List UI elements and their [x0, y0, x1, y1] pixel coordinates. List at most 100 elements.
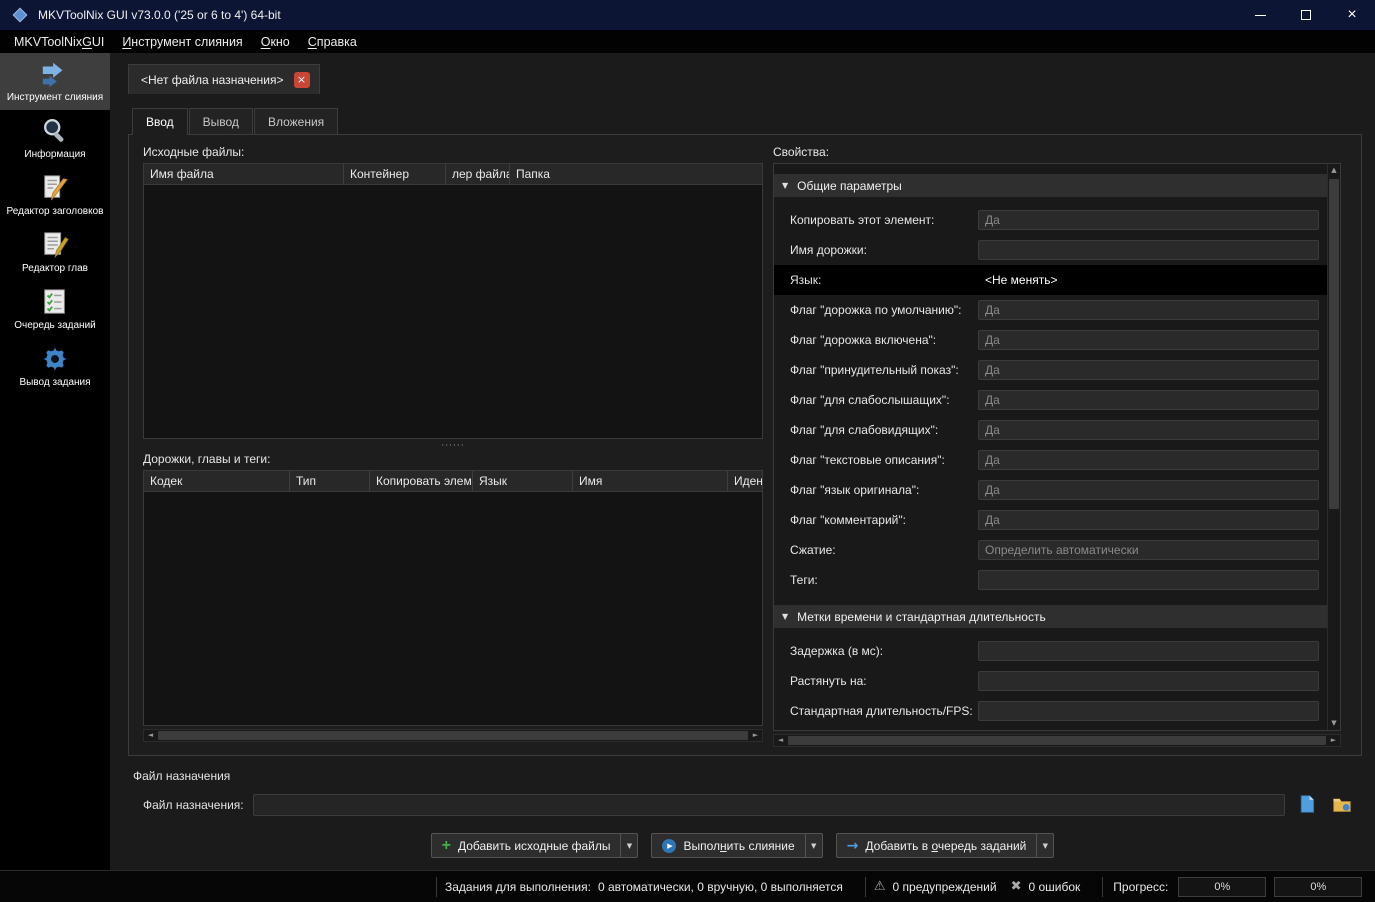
- properties-scroll: ▼ Общие параметры Копировать этот элемент:…: [774, 164, 1327, 730]
- window-controls: ×: [1237, 0, 1375, 30]
- column-header[interactable]: Язык: [473, 471, 573, 491]
- collapse-triangle-icon: ▼: [782, 612, 789, 621]
- property-input[interactable]: Да: [978, 210, 1319, 230]
- property-input[interactable]: [978, 701, 1319, 721]
- column-header[interactable]: Контейнер: [344, 164, 446, 184]
- tab-attachments[interactable]: Вложения: [253, 108, 339, 134]
- column-header[interactable]: Имя файла: [144, 164, 344, 184]
- menu-item-merge-tool[interactable]: Инструмент слияния: [113, 30, 251, 53]
- source-files-table[interactable]: Имя файла Контейнер лер файла Папка: [143, 163, 763, 439]
- property-label: Теги:: [790, 573, 818, 587]
- tracks-table[interactable]: Кодек Тип Копировать элем Язык Имя Иден: [143, 470, 763, 726]
- column-header[interactable]: Копировать элем: [370, 471, 473, 491]
- property-input[interactable]: [978, 641, 1319, 661]
- property-input[interactable]: Определить автоматически: [978, 540, 1319, 560]
- property-input[interactable]: Да: [978, 450, 1319, 470]
- arrow-right-icon: →: [846, 837, 859, 854]
- dropdown-arrow-icon[interactable]: ▼: [1036, 834, 1053, 857]
- title-bar: MKVToolNix GUI v73.0.0 ('25 or 6 to 4') …: [0, 0, 1375, 30]
- scrollbar-thumb[interactable]: [1329, 179, 1339, 509]
- subtab-bar: Ввод Вывод Вложения: [132, 108, 339, 135]
- properties-vertical-scrollbar[interactable]: ▲ ▼: [1327, 164, 1340, 730]
- browse-destination-button[interactable]: [1294, 793, 1320, 817]
- column-header[interactable]: Кодек: [144, 471, 290, 491]
- sidebar-item-info-tool[interactable]: Информация: [0, 110, 110, 167]
- tab-output[interactable]: Вывод: [188, 108, 253, 134]
- sidebar-item-chapter-editor[interactable]: Редактор глав: [0, 224, 110, 281]
- sidebar-item-merge-tool[interactable]: Инструмент слияния: [0, 53, 110, 110]
- property-row: Флаг "дорожка по умолчанию": Да: [774, 295, 1327, 325]
- chapter-editor-icon: [40, 230, 70, 260]
- scroll-down-icon[interactable]: ▼: [1328, 717, 1341, 730]
- scrollbar-thumb[interactable]: [158, 731, 748, 740]
- column-header[interactable]: Тип: [290, 471, 370, 491]
- section-title: Общие параметры: [797, 178, 902, 193]
- menu-item-mkvtoolnix-gui[interactable]: MKVToolNix G UI: [5, 30, 113, 53]
- destination-group-label: Файл назначения: [133, 769, 231, 783]
- property-input[interactable]: [978, 671, 1319, 691]
- add-icon: +: [441, 836, 451, 854]
- property-row: Флаг "текстовые описания": Да: [774, 445, 1327, 475]
- column-header[interactable]: лер файла: [446, 164, 510, 184]
- scroll-right-icon[interactable]: ►: [749, 729, 762, 742]
- property-input[interactable]: Да: [978, 480, 1319, 500]
- scroll-left-icon[interactable]: ◄: [774, 734, 787, 747]
- section-title: Метки времени и стандартная длительность: [797, 609, 1046, 624]
- property-label: Копировать этот элемент:: [790, 213, 935, 227]
- property-input[interactable]: Да: [978, 510, 1319, 530]
- tracks-horizontal-scrollbar[interactable]: ◄ ►: [143, 729, 763, 742]
- splitter-handle[interactable]: ······: [143, 439, 763, 452]
- column-header[interactable]: Иден: [728, 471, 762, 491]
- tracks-body[interactable]: [144, 492, 762, 725]
- scroll-left-icon[interactable]: ◄: [144, 729, 157, 742]
- menu-item-window[interactable]: Окно: [252, 30, 299, 53]
- property-value[interactable]: <Не менять>: [978, 273, 1319, 287]
- button-main-start-muxing[interactable]: ▶ Выполнить слияние: [652, 834, 804, 857]
- scroll-right-icon[interactable]: ►: [1327, 734, 1340, 747]
- property-input[interactable]: [978, 570, 1319, 590]
- sidebar-item-job-queue[interactable]: Очередь заданий: [0, 281, 110, 338]
- scrollbar-track[interactable]: [1328, 177, 1340, 717]
- tab-input[interactable]: Ввод: [132, 108, 188, 135]
- property-row: Теги:: [774, 565, 1327, 595]
- property-input[interactable]: Да: [978, 420, 1319, 440]
- dropdown-arrow-icon[interactable]: ▼: [804, 834, 822, 857]
- scroll-up-icon[interactable]: ▲: [1328, 164, 1341, 177]
- jobs-label: Задания для выполнения:: [445, 879, 591, 894]
- section-header[interactable]: ▼ Общие параметры: [774, 174, 1327, 197]
- collapse-triangle-icon: ▼: [782, 181, 789, 190]
- destination-file-input[interactable]: [252, 794, 1285, 816]
- button-add-to-job-queue[interactable]: → Добавить в очередь заданий ▼: [835, 833, 1055, 858]
- property-input[interactable]: [978, 240, 1319, 260]
- properties-horizontal-scrollbar[interactable]: ◄ ►: [773, 734, 1341, 747]
- tab-close-button[interactable]: ×: [293, 71, 310, 88]
- error-icon: ✖: [1010, 879, 1022, 894]
- progress-value: 0%: [1310, 880, 1327, 893]
- button-main-add-source-files[interactable]: + Добавить исходные файлы: [432, 834, 621, 857]
- maximize-button[interactable]: [1283, 0, 1329, 30]
- button-main-add-to-job-queue[interactable]: → Добавить в очередь заданий: [837, 834, 1037, 857]
- property-input[interactable]: Да: [978, 360, 1319, 380]
- column-header[interactable]: Папка: [510, 164, 762, 184]
- source-files-body[interactable]: [144, 185, 762, 438]
- button-add-source-files[interactable]: + Добавить исходные файлы ▼: [430, 833, 639, 858]
- column-header[interactable]: Имя: [573, 471, 728, 491]
- source-files-label: Исходные файлы:: [143, 145, 245, 159]
- property-input[interactable]: Да: [978, 390, 1319, 410]
- property-row: Флаг "для слабовидящих": Да: [774, 415, 1327, 445]
- file-tab[interactable]: <Нет файла назначения> ×: [128, 64, 320, 94]
- progress-value: 0%: [1214, 880, 1231, 893]
- section-header[interactable]: ▼ Метки времени и стандартная длительност…: [774, 605, 1327, 628]
- sidebar-item-job-output[interactable]: Вывод задания: [0, 338, 110, 395]
- property-input[interactable]: Да: [978, 300, 1319, 320]
- destination-folder-button[interactable]: [1329, 793, 1355, 817]
- dropdown-arrow-icon[interactable]: ▼: [620, 834, 637, 857]
- menu-item-help[interactable]: Справка: [299, 30, 366, 53]
- close-button[interactable]: ×: [1329, 0, 1375, 30]
- minimize-button[interactable]: [1237, 0, 1283, 30]
- property-input[interactable]: Да: [978, 330, 1319, 350]
- button-start-muxing[interactable]: ▶ Выполнить слияние ▼: [651, 833, 823, 858]
- sidebar-item-header-editor[interactable]: Редактор заголовков: [0, 167, 110, 224]
- sidebar-item-label: Вывод задания: [19, 377, 91, 388]
- scrollbar-thumb[interactable]: [788, 736, 1326, 745]
